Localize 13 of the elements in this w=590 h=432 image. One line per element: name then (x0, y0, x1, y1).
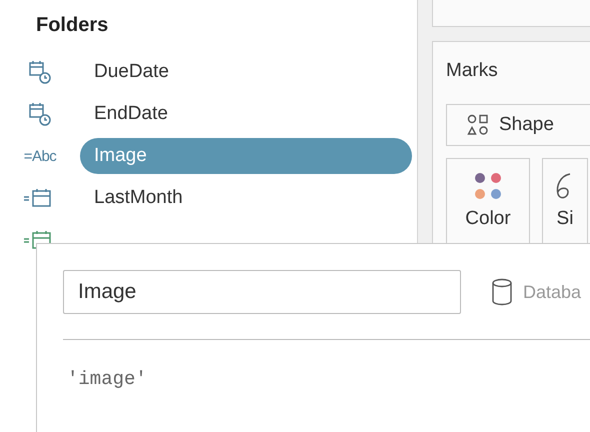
database-icon (491, 278, 513, 306)
field-item[interactable]: DueDate (80, 54, 183, 90)
string-type-label: =Abc (24, 148, 56, 164)
field-item[interactable]: LastMonth (80, 180, 197, 216)
data-source-label: Databa (523, 282, 582, 302)
color-dots-icon (474, 172, 502, 200)
formula-editor[interactable]: 'image' (67, 368, 147, 390)
section-title: Folders (36, 14, 108, 37)
section-title: Marks (446, 60, 498, 82)
mark-type-dropdown[interactable]: Shape (446, 104, 590, 146)
shapes-icon (467, 114, 489, 136)
name-field[interactable]: Image (63, 270, 461, 314)
field-item[interactable]: EndDate (80, 96, 182, 132)
